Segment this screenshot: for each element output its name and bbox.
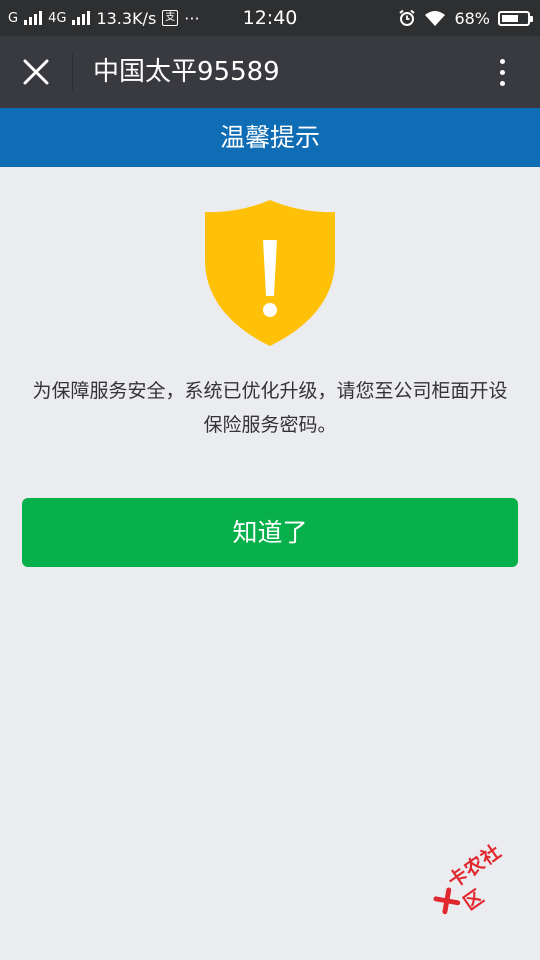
status-time: 12:40	[242, 7, 298, 29]
status-right: 68%	[398, 0, 533, 36]
alarm-icon	[399, 9, 416, 26]
more-vertical-icon	[499, 58, 505, 64]
more-vertical-icon-dot	[499, 69, 505, 75]
battery-percent: 68%	[454, 8, 490, 28]
watermark: 卡农社区	[423, 826, 538, 929]
title-bar: 中国太平95589	[0, 36, 540, 108]
more-vertical-icon-dot-2	[499, 80, 505, 86]
wifi-icon	[425, 10, 446, 26]
notice-header: 温馨提示	[0, 108, 540, 167]
title-divider	[72, 54, 73, 90]
battery-fill	[502, 14, 518, 22]
close-icon	[23, 59, 49, 85]
more-options-button[interactable]	[484, 48, 520, 96]
close-button[interactable]	[12, 48, 60, 96]
status-bar: G 4G 13.3K/s 支 ··· 12:40 68%	[0, 0, 540, 36]
screen: G 4G 13.3K/s 支 ··· 12:40 68% 中国太平95589 温…	[0, 0, 540, 960]
page-title: 中国太平95589	[93, 57, 280, 87]
battery-icon	[498, 10, 533, 26]
notice-message: 为保障服务安全，系统已优化升级，请您至公司柜面开设 保险服务密码。	[0, 374, 540, 442]
notice-message-line-1: 为保障服务安全，系统已优化升级，请您至公司柜面开设	[32, 380, 508, 402]
confirm-button[interactable]: 知道了	[22, 498, 518, 567]
notice-message-line-2: 保险服务密码。	[203, 414, 337, 436]
warning-shield-icon	[205, 200, 335, 346]
